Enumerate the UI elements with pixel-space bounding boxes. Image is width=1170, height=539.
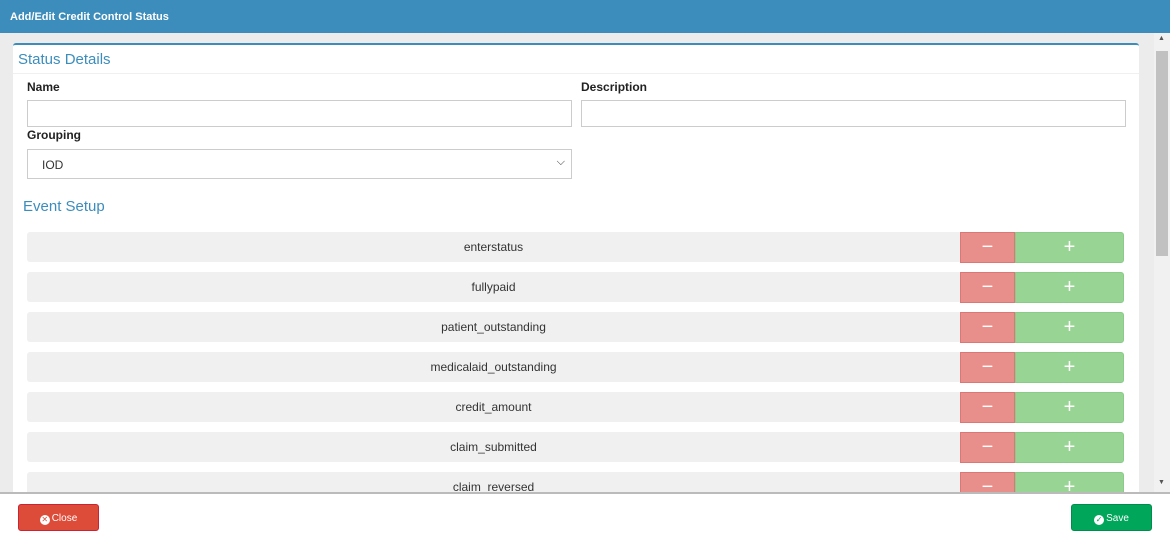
event-setup-heading: Event Setup	[23, 198, 105, 215]
event-row: fullypaid−+	[27, 272, 1124, 302]
description-input[interactable]	[581, 100, 1126, 127]
event-name: medicalaid_outstanding	[27, 352, 960, 382]
event-name: patient_outstanding	[27, 312, 960, 342]
event-row: credit_amount−+	[27, 392, 1124, 422]
event-row: enterstatus−+	[27, 232, 1124, 262]
status-details-panel: Status Details Name Description Grouping…	[13, 43, 1139, 492]
remove-event-button[interactable]: −	[960, 232, 1015, 263]
add-event-button[interactable]: +	[1015, 272, 1124, 303]
description-label: Description	[581, 80, 647, 94]
event-name: enterstatus	[27, 232, 960, 262]
chevron-down-icon: ⌵	[557, 156, 565, 169]
name-input[interactable]	[27, 100, 572, 127]
event-name: claim_reversed	[27, 472, 960, 492]
remove-event-button[interactable]: −	[960, 432, 1015, 463]
event-row: claim_reversed−+	[27, 472, 1124, 492]
dialog-body: Status Details Name Description Grouping…	[0, 33, 1170, 492]
name-label: Name	[27, 80, 60, 94]
event-name: credit_amount	[27, 392, 960, 422]
grouping-value: IOD	[42, 158, 63, 172]
add-event-button[interactable]: +	[1015, 232, 1124, 263]
scrollbar[interactable]: ▲ ▼	[1154, 33, 1170, 492]
remove-event-button[interactable]: −	[960, 472, 1015, 492]
add-event-button[interactable]: +	[1015, 392, 1124, 423]
close-icon: ✕	[40, 515, 50, 525]
event-name: fullypaid	[27, 272, 960, 302]
remove-event-button[interactable]: −	[960, 352, 1015, 383]
event-row: medicalaid_outstanding−+	[27, 352, 1124, 382]
add-event-button[interactable]: +	[1015, 472, 1124, 492]
remove-event-button[interactable]: −	[960, 272, 1015, 303]
dialog-footer: ✕Close ✓Save	[0, 492, 1170, 539]
scroll-down-icon[interactable]: ▼	[1158, 479, 1165, 486]
save-label: Save	[1106, 513, 1129, 524]
grouping-label: Grouping	[27, 128, 81, 142]
dialog-header: Add/Edit Credit Control Status	[0, 0, 1170, 33]
event-row: claim_submitted−+	[27, 432, 1124, 462]
remove-event-button[interactable]: −	[960, 392, 1015, 423]
add-event-button[interactable]: +	[1015, 312, 1124, 343]
close-label: Close	[52, 513, 78, 524]
add-event-button[interactable]: +	[1015, 352, 1124, 383]
scrollbar-thumb[interactable]	[1156, 51, 1168, 256]
grouping-select[interactable]: IOD ⌵	[27, 149, 572, 179]
remove-event-button[interactable]: −	[960, 312, 1015, 343]
add-event-button[interactable]: +	[1015, 432, 1124, 463]
event-row: patient_outstanding−+	[27, 312, 1124, 342]
status-details-heading: Status Details	[13, 45, 1139, 74]
check-icon: ✓	[1094, 515, 1104, 525]
scroll-up-icon[interactable]: ▲	[1158, 35, 1165, 42]
dialog-title: Add/Edit Credit Control Status	[10, 11, 169, 23]
event-name: claim_submitted	[27, 432, 960, 462]
save-button[interactable]: ✓Save	[1071, 504, 1152, 531]
close-button[interactable]: ✕Close	[18, 504, 99, 531]
